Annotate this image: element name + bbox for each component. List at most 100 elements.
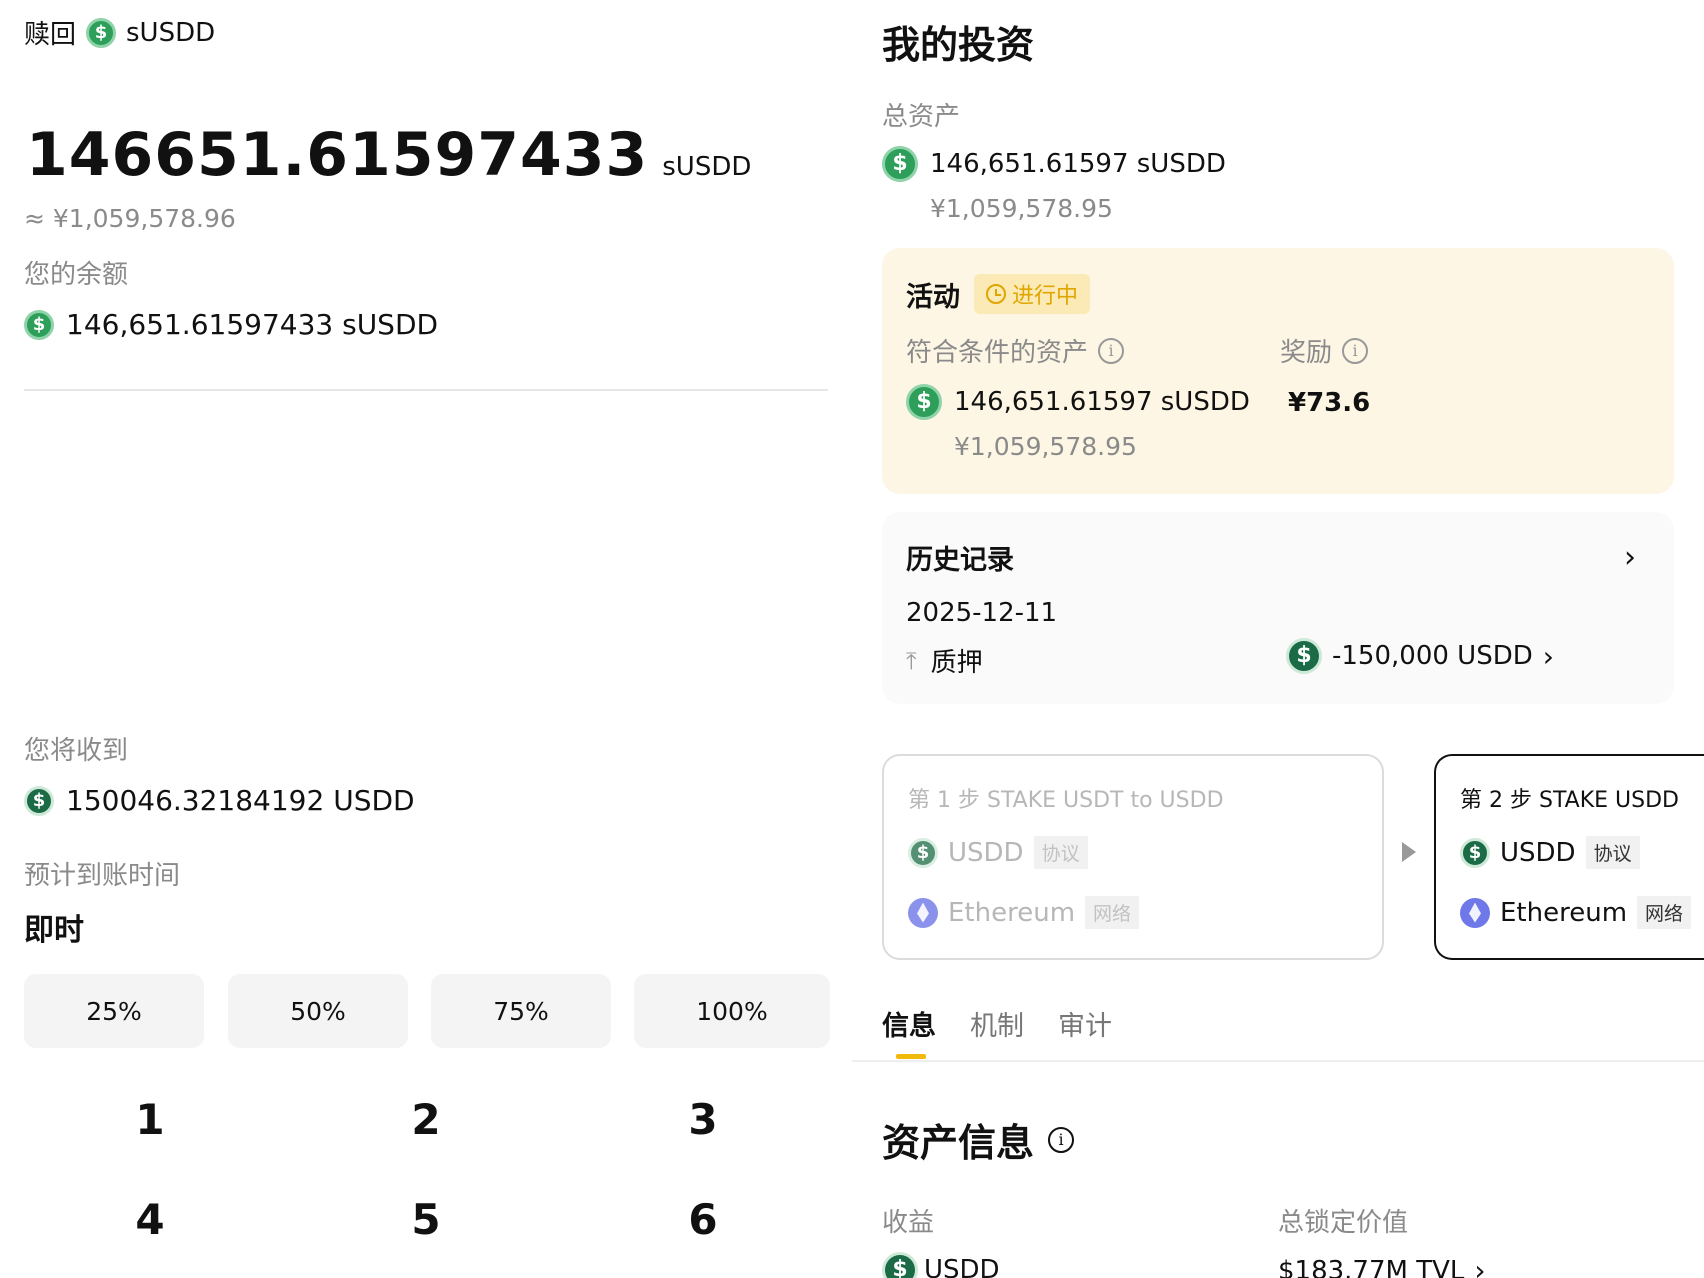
tvl-label: 总锁定价值: [1278, 1208, 1409, 1238]
step-1-token: USDD: [948, 837, 1024, 868]
eligible-fiat: ¥1,059,578.95: [954, 432, 1137, 461]
keypad-5[interactable]: 5: [386, 1195, 466, 1244]
receive-row: $ 150046.32184192 USDD: [24, 784, 415, 817]
tab-bar: 信息 机制 审计: [882, 1004, 1112, 1043]
amount-display[interactable]: 146651.61597433 sUSDD: [26, 120, 751, 190]
info-icon[interactable]: i: [1048, 1126, 1075, 1153]
usdd-coin-icon: $: [1286, 638, 1322, 674]
step-card-1[interactable]: 第 1 步 STAKE USDT to USDD $ USDD 协议 Ether…: [882, 754, 1384, 960]
reward-label: 奖励: [1280, 338, 1333, 368]
step-card-2[interactable]: 第 2 步 STAKE USDD $ USDD 协议 Ethereum 网络: [1434, 754, 1704, 960]
keypad-1[interactable]: 1: [110, 1095, 190, 1144]
divider: [24, 389, 828, 391]
ethereum-icon: [1460, 897, 1490, 928]
balance-row: $ 146,651.61597433 sUSDD: [24, 308, 438, 341]
tab-mechanism[interactable]: 机制: [970, 1004, 1024, 1043]
usdd-coin-icon: $: [882, 1252, 918, 1278]
susdd-coin-icon: $: [86, 17, 117, 48]
keypad-4[interactable]: 4: [110, 1195, 190, 1244]
tab-audit[interactable]: 审计: [1058, 1004, 1112, 1043]
total-value: 146,651.61597 sUSDD: [930, 149, 1226, 179]
usdd-coin-icon: $: [908, 837, 938, 868]
info-icon[interactable]: i: [1342, 337, 1369, 364]
chevron-right-icon: ›: [1474, 1254, 1486, 1278]
history-card[interactable]: 历史记录 › 2025-12-11 ⤒ 质押 $ -150,000 USDD ›: [882, 512, 1674, 704]
investment-panel: 我的投资 总资产 $ 146,651.61597 sUSDD ¥1,059,57…: [852, 0, 1704, 1278]
step-2-token: USDD: [1500, 837, 1576, 868]
yield-value: USDD: [924, 1255, 1000, 1278]
usdd-coin-icon: $: [24, 785, 54, 816]
activity-title: 活动: [906, 281, 960, 313]
clock-icon: [986, 284, 1006, 304]
amount-unit: sUSDD: [662, 152, 752, 182]
susdd-coin-icon: $: [24, 309, 54, 340]
eligible-label: 符合条件的资产: [906, 338, 1089, 368]
eta-value: 即时: [24, 913, 84, 948]
yield-label: 收益: [882, 1208, 935, 1238]
redeem-title: 赎回: [24, 20, 77, 50]
step-1-network-tag: 网络: [1085, 896, 1140, 929]
step-2-token-tag: 协议: [1585, 836, 1640, 869]
step-2-network: Ethereum: [1500, 897, 1628, 928]
yield-value-row: $ USDD: [882, 1252, 1000, 1278]
reward-label-row: 奖励 i: [1280, 332, 1369, 369]
redeem-token: sUSDD: [126, 17, 216, 48]
step-2-network-row: Ethereum 网络: [1460, 896, 1692, 929]
susdd-coin-icon: $: [882, 146, 918, 182]
tvl-value: $183.77M TVL: [1278, 1255, 1465, 1278]
history-item[interactable]: ⤒ 质押: [906, 642, 983, 679]
redeem-panel: 赎回 $ sUSDD 146651.61597433 sUSDD ≈ ¥1,05…: [0, 0, 852, 1278]
step-1-network: Ethereum: [948, 897, 1076, 928]
receive-label: 您将收到: [24, 736, 129, 766]
step-1-network-row: Ethereum 网络: [908, 896, 1140, 929]
total-row: $ 146,651.61597 sUSDD: [882, 146, 1226, 182]
balance-value: 146,651.61597433 sUSDD: [66, 308, 439, 341]
eligible-label-row: 符合条件的资产 i: [906, 332, 1125, 369]
keypad-3[interactable]: 3: [663, 1095, 743, 1144]
activity-header: 活动 进行中: [906, 274, 1091, 314]
percent-75-button[interactable]: 75%: [431, 974, 611, 1048]
arrow-right-icon: [1402, 842, 1416, 862]
usdd-coin-icon: $: [1460, 837, 1490, 868]
percent-100-button[interactable]: 100%: [634, 974, 830, 1048]
keypad-6[interactable]: 6: [663, 1195, 743, 1244]
tab-info[interactable]: 信息: [882, 1004, 936, 1043]
chevron-right-icon: ›: [1542, 639, 1554, 673]
susdd-coin-icon: $: [906, 384, 942, 420]
step-2-title: 第 2 步 STAKE USDD: [1460, 788, 1679, 813]
amount-value: 146651.61597433: [26, 120, 649, 190]
history-amount: -150,000 USDD: [1332, 641, 1533, 671]
asset-info-title: 资产信息: [882, 1121, 1035, 1165]
history-amount-row[interactable]: $ -150,000 USDD ›: [1286, 638, 1554, 674]
tvl-value-row[interactable]: $183.77M TVL ›: [1278, 1254, 1486, 1278]
eligible-value-row: $ 146,651.61597 sUSDD: [906, 384, 1250, 420]
upload-icon: ⤒: [906, 646, 917, 675]
total-fiat: ¥1,059,578.95: [930, 194, 1113, 223]
tab-divider: [852, 1060, 1704, 1062]
percent-25-button[interactable]: 25%: [24, 974, 204, 1048]
step-1-token-tag: 协议: [1033, 836, 1088, 869]
keypad-2[interactable]: 2: [386, 1095, 466, 1144]
active-tab-indicator: [896, 1054, 926, 1059]
eta-label: 预计到账时间: [24, 861, 181, 891]
step-2-network-tag: 网络: [1637, 896, 1692, 929]
eligible-value: 146,651.61597 sUSDD: [954, 387, 1250, 417]
total-label: 总资产: [882, 102, 961, 132]
history-action: 质押: [930, 648, 983, 678]
activity-status-text: 进行中: [1012, 284, 1079, 309]
reward-value: ¥73.6: [1288, 388, 1371, 418]
asset-info-header: 资产信息 i: [882, 1112, 1075, 1167]
history-date: 2025-12-11: [906, 598, 1058, 628]
chevron-right-icon[interactable]: ›: [1624, 540, 1636, 575]
step-1-title: 第 1 步 STAKE USDT to USDD: [908, 788, 1224, 813]
history-title: 历史记录: [906, 545, 1014, 576]
redeem-header: 赎回 $ sUSDD: [24, 14, 215, 51]
percent-50-button[interactable]: 50%: [228, 974, 408, 1048]
activity-status-badge: 进行中: [974, 274, 1091, 314]
amount-fiat: ≈ ¥1,059,578.96: [24, 204, 236, 233]
balance-label: 您的余额: [24, 260, 129, 290]
activity-card: 活动 进行中 符合条件的资产 i 奖励 i $ 146,651.61597 sU…: [882, 248, 1674, 494]
step-1-token-row: $ USDD 协议: [908, 836, 1088, 869]
info-icon[interactable]: i: [1098, 337, 1125, 364]
step-2-token-row: $ USDD 协议: [1460, 836, 1640, 869]
